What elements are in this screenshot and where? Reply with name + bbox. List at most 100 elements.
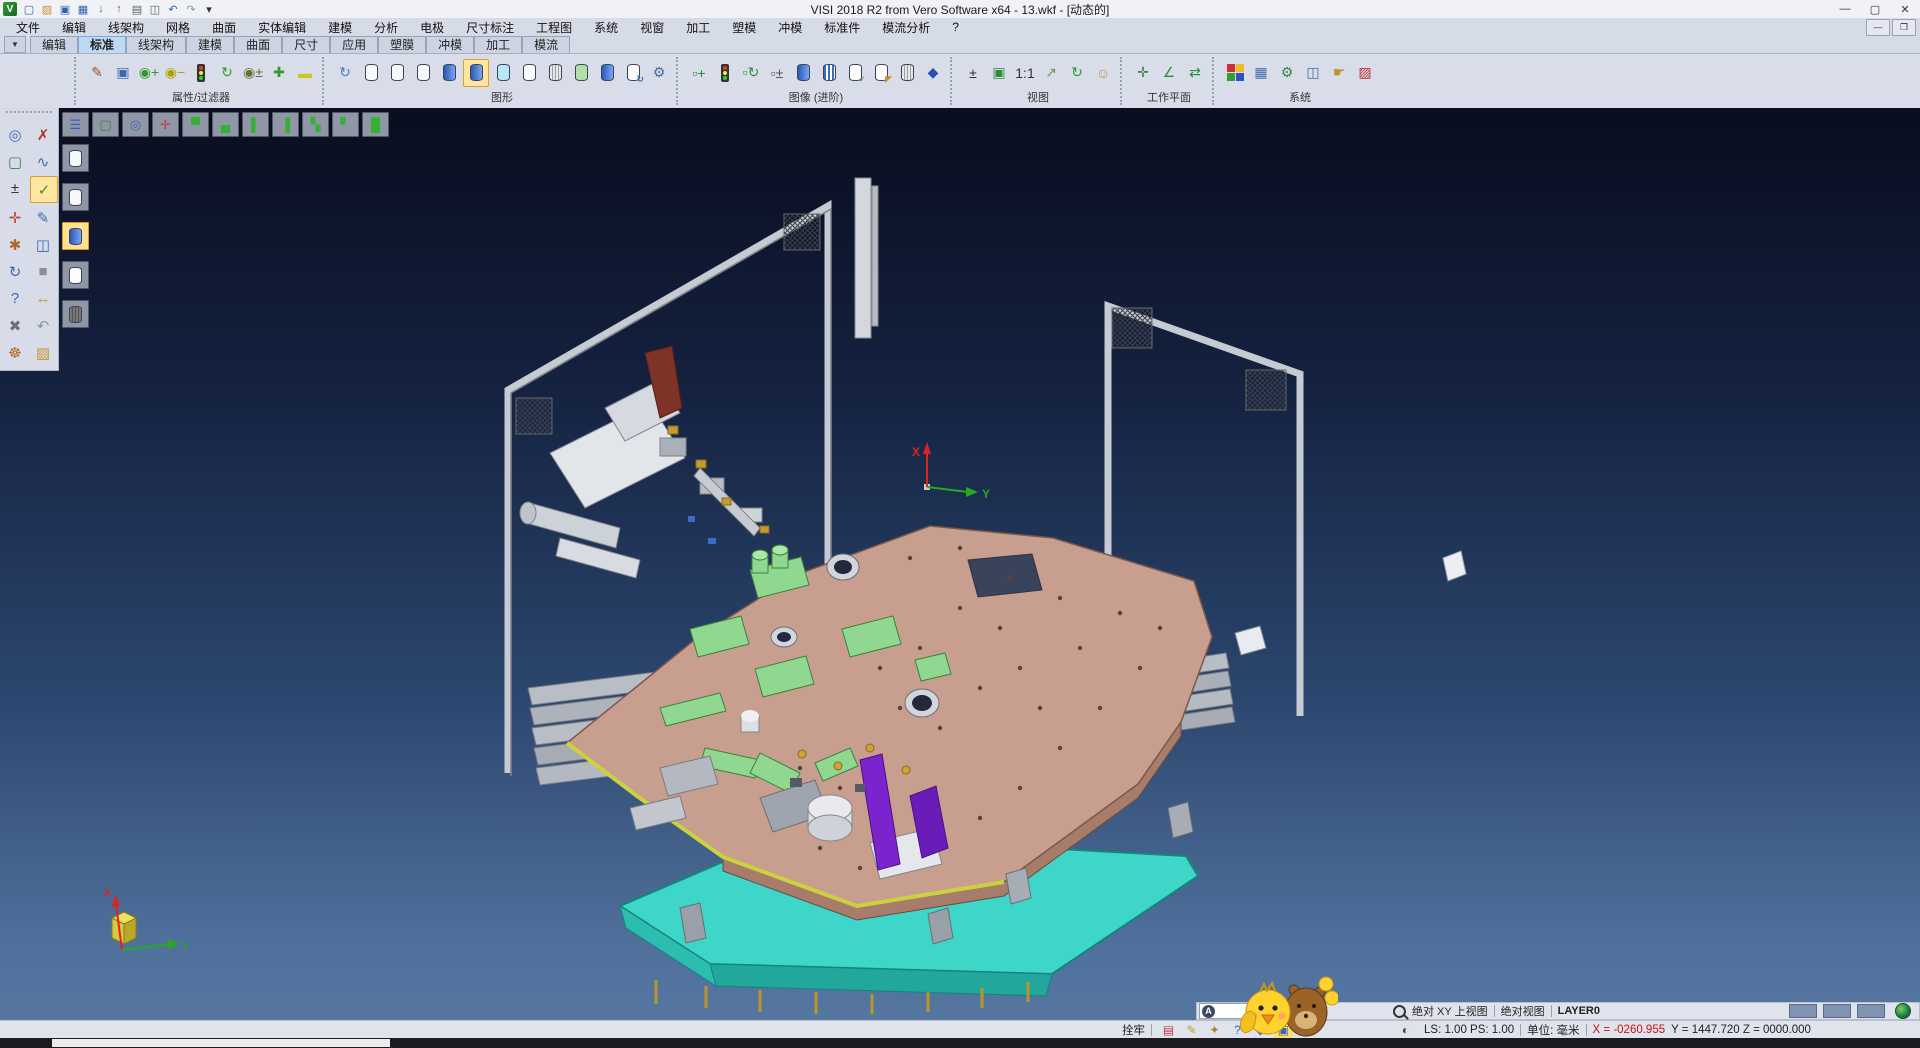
status-annotate-icon[interactable]: ✎ [1182, 1022, 1201, 1038]
zoom-view-icon[interactable]: ◎ [122, 112, 149, 137]
view-iso-icon[interactable]: ▘ [332, 112, 359, 137]
new-document-icon[interactable]: ▢ [21, 2, 37, 17]
dashed-hidden-cylinder-icon[interactable] [411, 60, 435, 86]
filter-traffic-light-icon[interactable] [189, 60, 213, 86]
3d-viewport[interactable]: X Y X Y ☰▢◎✛▀▄▌▐▚▘█ [0, 108, 1920, 1020]
menu-dimension[interactable]: 尺寸标注 [456, 19, 524, 36]
toolbar-drag-handle[interactable] [1212, 57, 1218, 105]
units-indicator[interactable]: 单位: 毫米 [1527, 1022, 1579, 1038]
shaded-cube-icon[interactable]: ◆ [921, 60, 945, 86]
document-restore-button[interactable]: ❐ [1892, 19, 1916, 36]
view-front-icon[interactable]: ▌ [242, 112, 269, 137]
toolbar-drag-handle[interactable] [1120, 57, 1126, 105]
refresh-cylinder-icon[interactable]: ↻ [621, 60, 645, 86]
menu-system[interactable]: 系统 [584, 19, 628, 36]
strip-mesh-cylinder-icon[interactable] [62, 300, 89, 328]
wireframe-cylinder-icon[interactable] [359, 60, 383, 86]
lock-label[interactable]: 拴牢 [1122, 1022, 1145, 1038]
add-image-icon[interactable]: ▫+ [687, 60, 711, 86]
toolbar-drag-handle[interactable] [950, 57, 956, 105]
document-minimize-button[interactable]: — [1866, 19, 1890, 36]
hide-entities-icon[interactable]: ◉− [163, 60, 187, 86]
hidden-line-cylinder-icon[interactable] [385, 60, 409, 86]
undo-icon[interactable]: ↶ [30, 313, 56, 338]
save-all-icon[interactable]: ▦ [75, 2, 91, 17]
menu-electrode[interactable]: 电极 [410, 19, 454, 36]
regen-graphics-icon[interactable]: ↻ [333, 60, 357, 86]
menu-moldflow[interactable]: 模流分析 [872, 19, 940, 36]
tab-modeling[interactable]: 建模 [186, 36, 234, 53]
menu-window[interactable]: 视窗 [630, 19, 674, 36]
tab-machining[interactable]: 加工 [474, 36, 522, 53]
copy-attributes-icon[interactable]: ▣ [111, 60, 135, 86]
help-icon[interactable]: ? [2, 286, 28, 311]
globe-icon[interactable] [1895, 1003, 1911, 1019]
maximize-button[interactable]: ▢ [1860, 1, 1890, 18]
navigator-wheel-icon[interactable]: ☸ [2, 340, 28, 365]
menu-help[interactable]: ? [942, 20, 969, 34]
view-top-icon[interactable]: ▀ [182, 112, 209, 137]
workplane-rotate-icon[interactable]: ✛ [1131, 60, 1155, 86]
menu-surface[interactable]: 曲面 [202, 19, 246, 36]
solid-view-cylinder-icon[interactable] [791, 60, 815, 86]
taskbar-window-preview[interactable] [52, 1039, 390, 1047]
zoom-in-out-icon[interactable]: ± [961, 60, 985, 86]
menu-standard-parts[interactable]: 标准件 [814, 19, 870, 36]
panel-swatch-1[interactable] [1789, 1004, 1817, 1018]
tab-edit[interactable]: 编辑 [30, 36, 78, 53]
menu-drawing[interactable]: 工程图 [526, 19, 582, 36]
absolute-view-label[interactable]: 绝对视图 [1501, 1003, 1545, 1019]
mesh-cylinder-icon[interactable] [543, 60, 567, 86]
erase-entities-icon[interactable]: ✗ [30, 122, 56, 147]
tab-die[interactable]: 冲模 [426, 36, 474, 53]
status-contrast-icon[interactable]: ◐ [1396, 1022, 1415, 1038]
refresh-image-icon[interactable]: ▫↻ [739, 60, 763, 86]
window-pane-icon[interactable]: ◫ [30, 232, 56, 257]
import-icon[interactable]: ↓ [93, 2, 109, 17]
edit-attributes-icon[interactable]: ✎ [85, 60, 109, 86]
zoom-actual-icon[interactable]: 1:1 [1013, 60, 1037, 86]
search-icon[interactable] [1393, 1005, 1406, 1018]
tab-moldflow[interactable]: 模流 [522, 36, 570, 53]
analysis-cylinder-icon[interactable] [569, 60, 593, 86]
open-file-icon[interactable]: ▨ [39, 2, 55, 17]
menu-file[interactable]: 文件 [6, 19, 50, 36]
render-settings-icon[interactable]: ⚙ [647, 60, 671, 86]
zoom-window-icon[interactable]: ▣ [987, 60, 1011, 86]
strip-shaded-cylinder-icon[interactable] [62, 222, 89, 250]
select-plane-icon[interactable]: ▢ [2, 149, 28, 174]
regenerate-icon[interactable]: ↻ [2, 259, 28, 284]
hide-all-icon[interactable]: ▬ [293, 60, 317, 86]
tab-dimension[interactable]: 尺寸 [282, 36, 330, 53]
panel-swatch-2[interactable] [1823, 1004, 1851, 1018]
tab-wireframe[interactable]: 线架构 [126, 36, 186, 53]
toolbar-drag-handle[interactable] [74, 57, 80, 105]
shaded-cylinder-icon[interactable] [437, 60, 461, 86]
axes-view-icon[interactable]: ✛ [152, 112, 179, 137]
print-preview-icon[interactable]: ◫ [147, 2, 163, 17]
refresh-visibility-icon[interactable]: ↻ [215, 60, 239, 86]
save-file-icon[interactable]: ▣ [57, 2, 73, 17]
edit-curve-icon[interactable]: ✎ [30, 205, 56, 230]
striped-cylinder-icon[interactable] [817, 60, 841, 86]
clip-cylinder-icon[interactable]: ◤ [869, 60, 893, 86]
export-icon[interactable]: ↑ [111, 2, 127, 17]
check-cylinder-icon[interactable]: ✓ [843, 60, 867, 86]
customize-quickbar-icon[interactable]: ▾ [201, 2, 217, 17]
ghost-cylinder-icon[interactable] [517, 60, 541, 86]
status-key-icon[interactable]: ✦ [1205, 1022, 1224, 1038]
tab-molding[interactable]: 塑膜 [378, 36, 426, 53]
refresh-view-icon[interactable]: ↻ [1065, 60, 1089, 86]
grid-plane-icon[interactable]: ▨ [1353, 60, 1377, 86]
print-icon[interactable]: ▤ [129, 2, 145, 17]
toggle-image-icon[interactable]: ▫± [765, 60, 789, 86]
menu-solid-edit[interactable]: 实体编辑 [248, 19, 316, 36]
draw-spline-icon[interactable]: ∿ [30, 149, 56, 174]
toggle-visibility-icon[interactable]: ◉± [241, 60, 265, 86]
color-palette-icon[interactable] [1223, 60, 1247, 86]
minimize-button[interactable]: — [1830, 1, 1860, 18]
view-mode-label[interactable]: 绝对 XY 上视图 [1412, 1003, 1488, 1019]
image-traffic-light-icon[interactable] [713, 60, 737, 86]
render-mode-icon[interactable]: ☺ [1091, 60, 1115, 86]
menu-mesh[interactable]: 网格 [156, 19, 200, 36]
